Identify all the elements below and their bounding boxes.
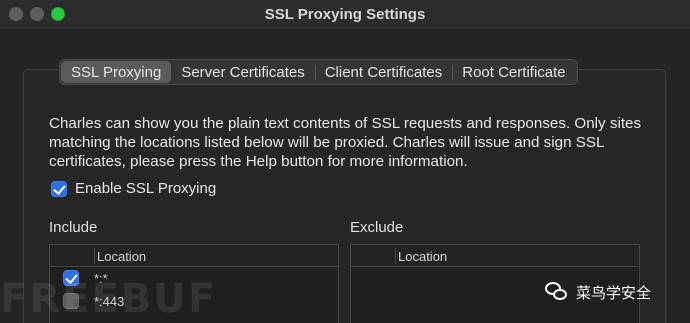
wechat-account-name: 菜鸟学安全 — [576, 283, 652, 302]
exclude-label: Exclude — [350, 219, 404, 236]
tab-server-certificates[interactable]: Server Certificates — [171, 61, 314, 83]
exclude-table-header: Location — [351, 245, 639, 267]
column-divider — [94, 248, 95, 264]
description-text: Charles can show you the plain text cont… — [49, 115, 642, 170]
freebuf-watermark: FREEBUF — [0, 276, 218, 322]
enable-ssl-proxying-label: Enable SSL Proxying — [75, 180, 217, 197]
wechat-account-badge: 菜鸟学安全 — [545, 280, 651, 304]
tab-ssl-proxying[interactable]: SSL Proxying — [61, 61, 172, 83]
column-divider — [395, 248, 396, 264]
tab-root-certificate[interactable]: Root Certificate — [452, 61, 575, 83]
enable-ssl-proxying-checkbox[interactable] — [51, 181, 67, 197]
tab-client-certificates[interactable]: Client Certificates — [314, 61, 453, 83]
include-location-column-header[interactable]: Location — [97, 249, 146, 264]
tab-bar: SSL Proxying Server Certificates Client … — [59, 59, 578, 85]
include-label: Include — [49, 219, 98, 236]
exclude-location-column-header[interactable]: Location — [398, 249, 447, 264]
window-title: SSL Proxying Settings — [264, 6, 426, 23]
wechat-icon — [545, 282, 567, 302]
title-bar: SSL Proxying Settings — [0, 0, 690, 30]
include-table-header: Location — [50, 245, 338, 267]
